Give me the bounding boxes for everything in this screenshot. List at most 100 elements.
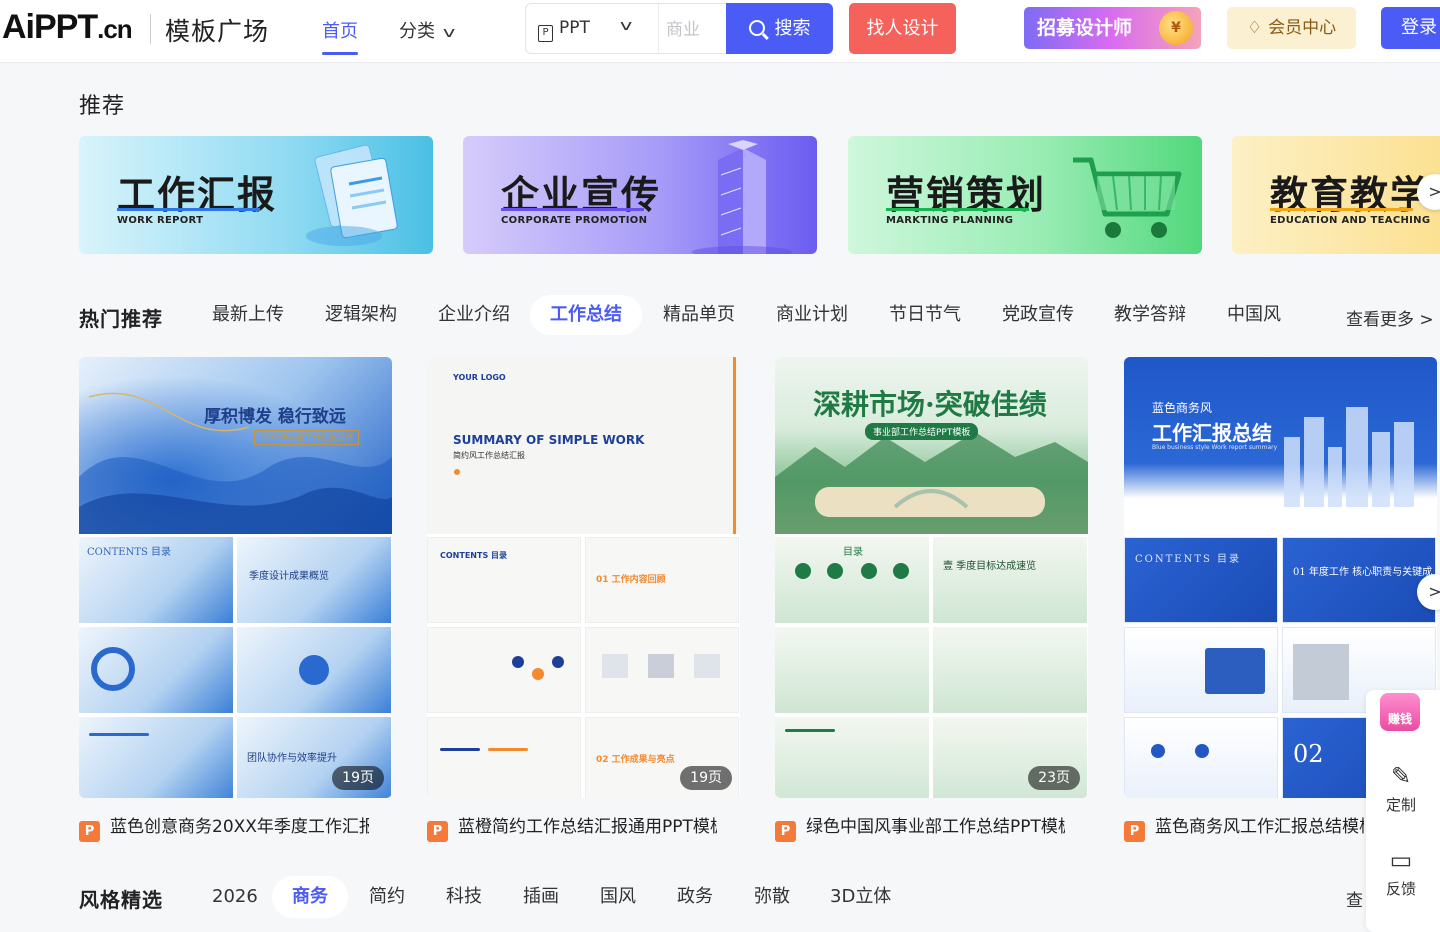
chevron-right-icon: > <box>1419 310 1434 330</box>
cover-subtitle: 20XX年季度工作汇报总结 <box>254 430 360 445</box>
recruit-designer-button[interactable]: 招募设计师 ¥ <box>1024 7 1201 49</box>
tab-logic[interactable]: 逻辑架构 <box>305 295 417 335</box>
card-title[interactable]: P 蓝橙简约工作总结汇报通用PPT模板 <box>427 812 717 842</box>
slide-thumb <box>775 717 929 798</box>
banner-underline <box>1270 208 1413 211</box>
ink-wave-art <box>79 392 392 534</box>
style-title: 风格精选 <box>79 888 163 912</box>
tab-latest[interactable]: 最新上传 <box>192 295 304 335</box>
ppt-file-icon: P <box>775 821 796 842</box>
hot-title: 热门推荐 <box>79 307 163 331</box>
slide-thumb: CONTENTS 目录 <box>79 537 233 623</box>
thumb-label: 01 工作内容回顾 <box>596 575 666 585</box>
tab-2026[interactable]: 2026 <box>192 876 278 918</box>
diamond-icon: ♢ <box>1246 18 1263 38</box>
tab-party[interactable]: 党政宣传 <box>982 295 1094 335</box>
slide-thumb: 01 工作内容回顾 <box>585 537 739 623</box>
view-more-link[interactable]: 查看更多 > <box>1346 305 1434 330</box>
laptop-photo <box>1205 648 1265 694</box>
slide-thumb <box>237 627 391 713</box>
search-input[interactable] <box>666 16 726 44</box>
feedback-button[interactable]: ▭ 反馈 <box>1366 846 1436 899</box>
login-button[interactable]: 登录 <box>1381 7 1440 49</box>
search-button[interactable]: 搜索 <box>726 3 833 54</box>
thumb-line <box>488 748 528 751</box>
skyline-art <box>1284 407 1414 507</box>
cover-subtitle: Blue business style Work report summary <box>1152 444 1278 451</box>
earn-money-button[interactable]: 赚钱 <box>1380 693 1420 731</box>
banner-work-report[interactable]: 工作汇报 WORK REPORT <box>79 136 433 254</box>
banner-underline <box>886 208 1029 211</box>
card-title[interactable]: P 蓝色商务风工作汇报总结模板 <box>1124 812 1364 842</box>
chevron-down-icon[interactable]: v <box>620 18 632 34</box>
banner-corporate-promotion[interactable]: 企业宣传 CORPORATE PROMOTION <box>463 136 817 254</box>
tab-work-summary[interactable]: 工作总结 <box>530 295 642 335</box>
tab-teaching[interactable]: 教学答辩 <box>1094 295 1206 335</box>
thumb-label: 02 工作成果与亮点 <box>596 755 675 765</box>
tab-illustration[interactable]: 插画 <box>503 876 579 918</box>
chevron-down-icon: v <box>442 25 456 41</box>
banner-subtitle: CORPORATE PROMOTION <box>501 215 648 226</box>
card-cover: 厚积博发 稳行致远 20XX年季度工作汇报总结 <box>79 357 392 534</box>
slide-thumb <box>79 717 233 798</box>
slide-thumb <box>1124 717 1278 798</box>
circle-icon <box>827 563 843 579</box>
photo-placeholder <box>694 654 720 678</box>
site-logo[interactable]: AiPPT.cn <box>2 8 133 47</box>
circle-icon <box>299 655 329 685</box>
slide-thumb: 01 年度工作 核心职责与关键成 <box>1282 537 1436 623</box>
tab-government[interactable]: 政务 <box>657 876 733 918</box>
custom-button[interactable]: ✎ 定制 <box>1366 762 1436 815</box>
card-title[interactable]: P 蓝色创意商务20XX年季度工作汇报... <box>79 812 369 842</box>
logo-subtitle[interactable]: 模板广场 <box>165 12 269 48</box>
nav-category[interactable]: 分类 v <box>399 17 456 43</box>
tab-diffuse[interactable]: 弥散 <box>734 876 810 918</box>
cover-subtitle: 简约风工作总结汇报 <box>453 451 525 460</box>
ppt-file-icon: P <box>427 821 448 842</box>
circle-icon <box>861 563 877 579</box>
chevron-right-icon: > <box>1428 582 1440 601</box>
tab-national-style[interactable]: 国风 <box>580 876 656 918</box>
tab-company[interactable]: 企业介绍 <box>418 295 530 335</box>
thumb-label: 壹 季度目标达成速览 <box>943 561 1037 572</box>
card-cover: 深耕市场·突破佳绩 事业部工作总结PPT模板 <box>775 357 1088 534</box>
search-type-select[interactable]: P PPT <box>538 18 590 42</box>
tab-business-plan[interactable]: 商业计划 <box>756 295 868 335</box>
ppt-file-icon: P <box>79 821 100 842</box>
office-photo <box>1293 644 1349 700</box>
circle-icon <box>893 563 909 579</box>
tab-festival[interactable]: 节日节气 <box>869 295 981 335</box>
card-title[interactable]: P 绿色中国风事业部工作总结PPT模板 <box>775 812 1065 842</box>
cover-title: 深耕市场·突破佳绩 <box>813 388 1047 421</box>
thumb-label: 团队协作与效率提升 <box>247 753 337 764</box>
template-card[interactable]: 厚积博发 稳行致远 20XX年季度工作汇报总结 CONTENTS 目录 季度设计… <box>79 357 392 798</box>
tab-business[interactable]: 商务 <box>272 876 348 918</box>
banner-education-teaching[interactable]: 教育教学 EDUCATION AND TEACHING <box>1232 136 1440 254</box>
slide-thumb: 目录 <box>775 537 929 623</box>
banner-underline <box>501 208 644 211</box>
photo-placeholder <box>602 654 628 678</box>
thumb-label: CONTENTS 目录 <box>440 551 507 560</box>
tab-tech[interactable]: 科技 <box>426 876 502 918</box>
page-count-badge: 19页 <box>680 766 732 790</box>
nav-home[interactable]: 首页 <box>322 17 358 43</box>
template-card[interactable]: 深耕市场·突破佳绩 事业部工作总结PPT模板 目录 壹 季度目标达成速览 23页 <box>775 357 1088 798</box>
slide-thumb <box>775 627 929 713</box>
thumb-label: 季度设计成果概览 <box>249 571 329 582</box>
find-design-button[interactable]: 找人设计 <box>849 3 956 54</box>
style-more-link[interactable]: 查 <box>1346 886 1363 911</box>
thumb-line <box>440 748 480 751</box>
slide-thumb: CONTENTS 目录 <box>427 537 581 623</box>
template-card[interactable]: YOUR LOGO SUMMARY OF SIMPLE WORK 简约风工作总结… <box>427 357 740 798</box>
tab-3d[interactable]: 3D立体 <box>810 876 911 918</box>
tab-chinese-style[interactable]: 中国风 <box>1207 295 1301 335</box>
vip-center-button[interactable]: ♢ 会员中心 <box>1227 7 1356 49</box>
tab-simple[interactable]: 简约 <box>349 876 425 918</box>
recommend-title: 推荐 <box>79 94 126 119</box>
tab-featured-single[interactable]: 精品单页 <box>643 295 755 335</box>
nav-active-underline <box>322 52 358 55</box>
banner-marketing-planning[interactable]: 营销策划 MARKTING PLANNING <box>848 136 1202 254</box>
thumb-label: 目录 <box>843 547 863 558</box>
slide-thumb <box>79 627 233 713</box>
dot-icon <box>512 656 524 668</box>
